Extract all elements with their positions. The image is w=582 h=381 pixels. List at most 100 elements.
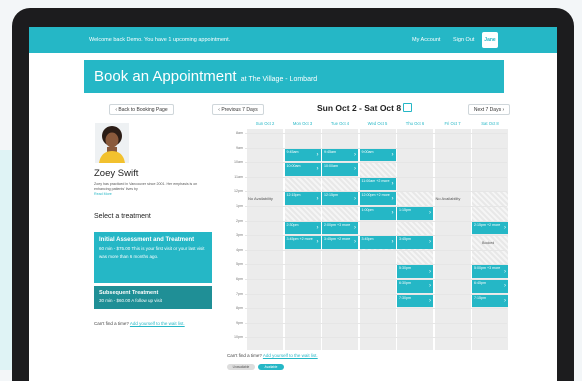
- treatment-desc: 30 min - $60.00 A follow up visit: [99, 298, 163, 303]
- bio-text: Zoey has practiced in Vancouver since 20…: [94, 182, 198, 191]
- time-slot-button[interactable]: 6:30pm ›: [397, 280, 433, 293]
- time-slot-button[interactable]: 5:00pm +3 more ›: [472, 265, 508, 278]
- time-slot-label: 5:00pm +3 more: [474, 266, 501, 271]
- chevron-right-icon: ›: [429, 297, 431, 304]
- time-slot-button[interactable]: 1:15pm ›: [397, 207, 433, 220]
- back-to-booking-button[interactable]: ‹ Back to Booking Page: [109, 104, 174, 115]
- time-slot-button[interactable]: 5:30pm ›: [397, 265, 433, 278]
- time-slot-button[interactable]: 10:00am ›: [322, 163, 358, 176]
- chevron-right-icon: ›: [429, 283, 431, 290]
- time-slot-button[interactable]: 11:00am +2 more ›: [359, 177, 396, 191]
- sign-out-link[interactable]: Sign Out: [453, 37, 474, 43]
- hour-label: 5pm: [236, 262, 243, 267]
- calendar-icon[interactable]: [403, 103, 412, 112]
- booked-block: [322, 206, 358, 221]
- page-title: Book an Appointment at The Village - Lom…: [94, 68, 317, 85]
- day-header: Thu Oct 6: [405, 121, 425, 126]
- chevron-right-icon: ›: [429, 268, 431, 275]
- time-slot-button[interactable]: 3:45pm +2 more ›: [284, 236, 321, 249]
- time-slot-button[interactable]: 10:00am ›: [284, 163, 321, 176]
- legend-available: Available: [258, 364, 284, 370]
- time-slot-button[interactable]: 9:45am ›: [284, 148, 321, 162]
- hour-label: 12pm: [234, 189, 243, 194]
- time-slot-button[interactable]: 2:00pm +3 more ›: [322, 221, 358, 235]
- time-slot-button[interactable]: 12:15pm ›: [322, 192, 358, 205]
- chevron-right-icon: ›: [391, 181, 394, 188]
- time-slot-label: 2:30pm: [286, 222, 299, 227]
- time-slot-button[interactable]: 7:30pm ›: [397, 294, 433, 308]
- day-header: Wed Oct 5: [367, 121, 388, 126]
- chevron-right-icon: ›: [504, 297, 506, 304]
- time-slot-label: 6:45pm: [474, 281, 486, 285]
- treatment-initial-assessment[interactable]: Initial Assessment and Treatment 60 min …: [94, 232, 212, 283]
- select-treatment-heading: Select a treatment: [94, 213, 151, 220]
- time-slot-button[interactable]: 12:00pm +2 more ›: [359, 192, 396, 205]
- chevron-right-icon: ›: [316, 151, 319, 158]
- chevron-right-icon: ›: [429, 239, 431, 246]
- date-range: Sun Oct 2 - Sat Oct 8: [317, 103, 402, 113]
- hour-label: 1pm: [236, 204, 243, 208]
- day-header: Sat Oct 8: [481, 121, 499, 126]
- laptop-frame: Welcome back Demo. You have 1 upcoming a…: [12, 8, 574, 381]
- time-slot-button[interactable]: 2:30pm ›: [284, 221, 321, 235]
- time-slot-label: 2:00pm +3 more: [324, 222, 351, 227]
- time-slot-label: 1:15pm: [399, 208, 411, 212]
- time-slot-button[interactable]: 6:45pm ›: [472, 280, 508, 293]
- booked-block: [322, 176, 358, 192]
- time-slot-label: 7:15pm: [474, 295, 486, 300]
- time-slot-button[interactable]: 9:00am ›: [359, 148, 396, 162]
- time-slot-button[interactable]: 3:45pm +2 more ›: [322, 236, 358, 249]
- time-slot-button[interactable]: 9:45am ›: [322, 148, 358, 162]
- chevron-right-icon: ›: [504, 224, 506, 231]
- hour-label: 9am: [236, 145, 243, 150]
- page-title-text: Book an Appointment: [94, 68, 237, 85]
- time-slot-label: 3:45pm: [399, 237, 411, 242]
- time-slot-button[interactable]: 12:15pm ›: [284, 192, 321, 205]
- hour-gridline: [245, 249, 507, 251]
- my-account-link[interactable]: My Account: [412, 37, 440, 43]
- chevron-right-icon: ›: [391, 151, 394, 158]
- time-slot-label: 9:00am: [361, 149, 374, 154]
- time-slot-button[interactable]: 7:15pm ›: [472, 294, 508, 308]
- booked-label: Booked: [482, 241, 495, 246]
- time-slot-label: 3:45pm +2 more: [324, 237, 351, 242]
- hour-label: 2pm: [236, 218, 243, 223]
- welcome-text: Welcome back Demo. You have 1 upcoming a…: [89, 37, 231, 43]
- practitioner-bio: Zoey has practiced in Vancouver since 20…: [94, 182, 210, 197]
- time-slot-label: 10:00am: [286, 164, 301, 169]
- hour-label: 11am: [234, 174, 243, 179]
- hour-label: 7pm: [236, 291, 243, 296]
- time-slot-label: 9:45am: [286, 149, 299, 154]
- hour-label: 10pm: [234, 335, 243, 340]
- time-slot-label: 3:45pm: [361, 237, 374, 242]
- hour-label: 9pm: [236, 320, 243, 325]
- chevron-right-icon: ›: [316, 239, 319, 246]
- booked-block: [359, 162, 396, 177]
- read-more-link[interactable]: Read More: [94, 192, 112, 196]
- waitlist-link-bottom[interactable]: Add yourself to the wait list.: [263, 353, 318, 358]
- chevron-right-icon: ›: [354, 239, 356, 246]
- previous-7-days-button[interactable]: ‹ Previous 7 Days: [212, 104, 264, 115]
- hour-label: 3pm: [236, 233, 243, 238]
- chevron-right-icon: ›: [504, 283, 506, 290]
- next-7-days-button[interactable]: Next 7 Days ›: [468, 104, 510, 115]
- hour-gridline: [245, 279, 507, 280]
- time-slot-button[interactable]: 3:45pm ›: [359, 236, 396, 249]
- screen: Welcome back Demo. You have 1 upcoming a…: [29, 27, 557, 381]
- chevron-right-icon: ›: [354, 151, 356, 158]
- hour-gridline: [245, 264, 507, 266]
- waitlist-text: Can't find a time?: [227, 353, 262, 358]
- brand-logo[interactable]: Jane: [482, 32, 498, 48]
- time-slot-button[interactable]: 2:15pm +2 more ›: [472, 221, 508, 235]
- waitlist-prompt-bottom: Can't find a time? Add yourself to the w…: [227, 353, 318, 358]
- day-header: Fri Oct 7: [444, 121, 461, 126]
- hour-gridline: [245, 337, 507, 339]
- chevron-right-icon: ›: [354, 195, 356, 202]
- waitlist-link[interactable]: Add yourself to the wait list.: [130, 321, 185, 326]
- time-slot-button[interactable]: 3:45pm ›: [397, 236, 433, 249]
- treatment-subsequent[interactable]: Subsequent Treatment 30 min - $60.00 A f…: [94, 286, 212, 309]
- time-slot-button[interactable]: 1:00pm ›: [359, 207, 396, 220]
- practitioner-name: Zoey Swift: [94, 168, 139, 179]
- legend-unavailable: Unavailable: [227, 364, 255, 370]
- hour-label: 10am: [234, 160, 243, 165]
